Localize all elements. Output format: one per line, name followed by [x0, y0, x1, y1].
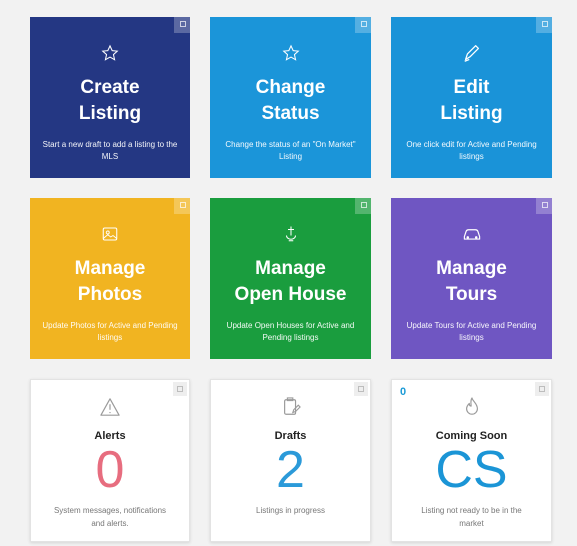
coming-soon-label: CS [435, 441, 508, 499]
tile-description: Update Tours for Active and Pending list… [406, 321, 537, 342]
card-drafts[interactable]: Drafts 2 Listings in progress [210, 379, 371, 542]
tile-title: Create Listing [78, 77, 142, 124]
tile-title: Manage Tours [436, 258, 507, 305]
drafts-icon [211, 394, 370, 420]
tile-title: Edit Listing [440, 77, 503, 124]
tile-create-listing[interactable]: Create Listing Start a new draft to add a… [30, 17, 190, 178]
card-description: Listings in progress [256, 506, 325, 515]
tile-manage-tours[interactable]: Manage Tours Update Tours for Active and … [391, 198, 552, 359]
card-description: Listing not ready to be in the market [421, 506, 522, 528]
pencil-icon [391, 39, 552, 67]
car-icon [391, 220, 552, 248]
tile-title: Manage Open House [234, 258, 347, 305]
star-icon [30, 39, 190, 67]
tile-description: Start a new draft to add a listing to th… [42, 140, 178, 161]
card-coming-soon[interactable]: 0 Coming Soon CS Listing not ready to be… [391, 379, 552, 542]
tile-manage-photos[interactable]: Manage Photos Update Photos for Active an… [30, 198, 190, 359]
card-description: System messages, notifications and alert… [53, 506, 167, 528]
tile-corner-toggle[interactable] [355, 17, 371, 33]
tile-description: One click edit for Active and Pending li… [406, 140, 537, 161]
tile-corner-toggle[interactable] [536, 17, 552, 33]
flame-icon [392, 394, 551, 420]
tile-corner-toggle[interactable] [355, 198, 371, 214]
star-icon [210, 39, 371, 67]
tile-title: Manage Photos [74, 258, 146, 305]
tile-title: Change Status [255, 77, 326, 124]
tile-description: Change the status of an "On Market" List… [225, 140, 356, 161]
tile-corner-toggle[interactable] [536, 198, 552, 214]
tile-change-status[interactable]: Change Status Change the status of an "On… [210, 17, 371, 178]
tile-description: Update Photos for Active and Pending lis… [42, 321, 178, 342]
photo-icon [30, 220, 190, 248]
drafts-count: 2 [276, 441, 305, 499]
tile-manage-open-house[interactable]: Manage Open House Update Open Houses for … [210, 198, 371, 359]
warning-icon [31, 394, 189, 420]
card-alerts[interactable]: Alerts 0 System messages, notifications … [30, 379, 190, 542]
open-house-icon [210, 220, 371, 248]
tile-description: Update Open Houses for Active and Pendin… [226, 321, 355, 342]
tile-corner-toggle[interactable] [174, 198, 190, 214]
alerts-count: 0 [95, 441, 125, 499]
tile-edit-listing[interactable]: Edit Listing One click edit for Active an… [391, 17, 552, 178]
tile-corner-toggle[interactable] [174, 17, 190, 33]
